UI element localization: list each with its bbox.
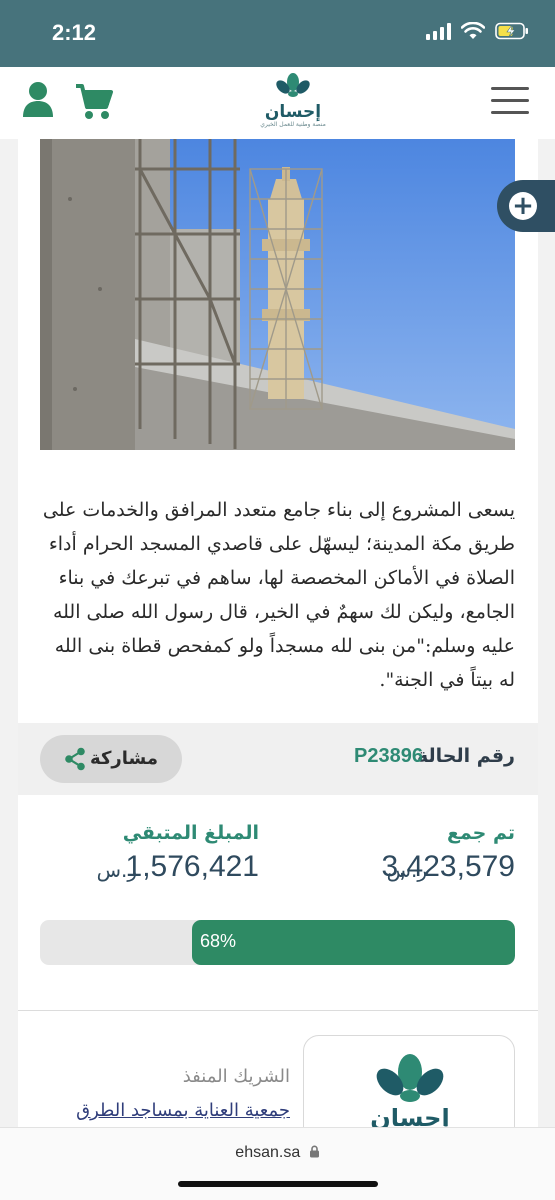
logo-text: إحسان [264,102,322,122]
status-icons [426,22,529,40]
plus-icon: + [509,192,537,220]
menu-icon[interactable] [491,87,529,117]
remaining-currency: ر.س [96,858,137,882]
progress-percentage: 68% [200,931,237,951]
signal-icon [426,22,451,40]
home-indicator [178,1181,378,1187]
case-number-value: P23896 [354,745,423,767]
partner-name-link[interactable]: جمعية العناية بمساجد الطرق [76,1100,290,1121]
ehsan-logo[interactable]: إحسان منصة وطنية للعمل الخيري [258,73,328,135]
remaining-amount: 1,576,421 [125,850,259,883]
status-time: 2:12 [52,20,97,45]
case-number-label: رقم الحالة [416,745,515,767]
share-icon [65,747,85,771]
share-label: مشاركة [90,748,158,769]
url-text: ehsan.sa [235,1144,301,1161]
remaining-label: المبلغ المتبقي [122,822,259,844]
url-display[interactable]: ehsan.sa [0,1144,555,1162]
project-description: يسعى المشروع إلى بناء جامع متعدد المرافق… [42,499,515,691]
share-button[interactable]: مشاركة [40,735,182,783]
collected-currency: ر.س [386,858,427,882]
partner-label: الشريك المنفذ [182,1066,290,1087]
battery-charging-icon [495,22,528,40]
funding-progress-bar: 68% [40,920,515,965]
cart-icon[interactable] [74,83,114,121]
section-divider [18,1010,538,1011]
leaf-logo-icon [276,73,310,97]
wifi-icon [461,22,485,39]
floating-add-button[interactable]: + [497,180,555,232]
partner-leaf-logo-icon [376,1054,444,1102]
status-bar: 2:12 [0,0,555,67]
collected-label: تم جمع [446,822,515,844]
app-header: إحسان منصة وطنية للعمل الخيري [0,67,555,139]
lock-icon [309,1145,319,1158]
user-icon[interactable] [22,81,54,119]
browser-address-bar[interactable]: ehsan.sa [0,1127,555,1200]
progress-fill: 68% [192,920,515,965]
project-image [40,139,515,450]
logo-subtitle: منصة وطنية للعمل الخيري [260,121,326,128]
